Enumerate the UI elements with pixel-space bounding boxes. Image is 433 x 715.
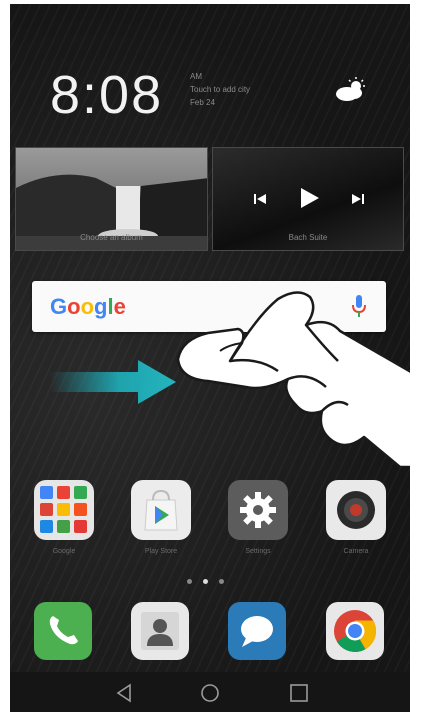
music-caption: Bach Suite	[288, 233, 328, 242]
weather-line-city: Touch to add city	[190, 85, 251, 94]
app-label-camera: Camera	[343, 548, 369, 555]
page-dot	[219, 579, 224, 584]
navigation-bar	[10, 672, 410, 712]
page-dot	[187, 579, 192, 584]
google-folder-icon[interactable]	[34, 480, 94, 540]
swipe-arrow-icon	[50, 360, 176, 404]
google-logo-letter: g	[94, 294, 108, 319]
phone-screen: 8:08 AM Touch to add city Feb 24 Choose …	[10, 4, 410, 712]
google-logo-letter: G	[50, 294, 68, 319]
phone-icon[interactable]	[34, 602, 92, 660]
weather-line-date: Feb 24	[190, 98, 215, 107]
home-icon[interactable]	[198, 682, 222, 704]
partly-cloudy-icon[interactable]	[332, 76, 368, 102]
app-label-settings: Settings	[245, 548, 271, 555]
messages-icon[interactable]	[228, 602, 286, 660]
app-label-play-store: Play Store	[144, 548, 178, 555]
settings-gear-icon[interactable]	[228, 480, 288, 540]
weather-info[interactable]: AM Touch to add city Feb 24	[190, 70, 250, 109]
camera-icon[interactable]	[326, 480, 386, 540]
google-logo: Google	[50, 294, 126, 320]
hand-gesture-icon	[176, 291, 410, 467]
google-logo-letter: e	[113, 294, 126, 319]
recents-icon[interactable]	[287, 682, 311, 704]
chrome-icon[interactable]	[326, 602, 384, 660]
next-icon[interactable]	[351, 192, 365, 206]
back-icon[interactable]	[112, 682, 136, 704]
google-logo-letter: o	[67, 294, 81, 319]
page-dot-active	[203, 579, 208, 584]
clock-time[interactable]: 8:08	[50, 64, 163, 126]
google-logo-letter: o	[80, 294, 95, 319]
music-widget[interactable]: Bach Suite	[212, 147, 404, 251]
weather-line-ampm: AM	[190, 72, 202, 81]
gallery-caption: Choose an album	[80, 233, 143, 242]
contacts-icon[interactable]	[131, 602, 189, 660]
app-label-google: Google	[52, 548, 76, 555]
play-icon[interactable]	[297, 186, 321, 210]
play-store-icon[interactable]	[131, 480, 191, 540]
page-indicator	[187, 579, 227, 587]
previous-icon[interactable]	[253, 192, 267, 206]
gallery-widget[interactable]: Choose an album	[15, 147, 208, 251]
